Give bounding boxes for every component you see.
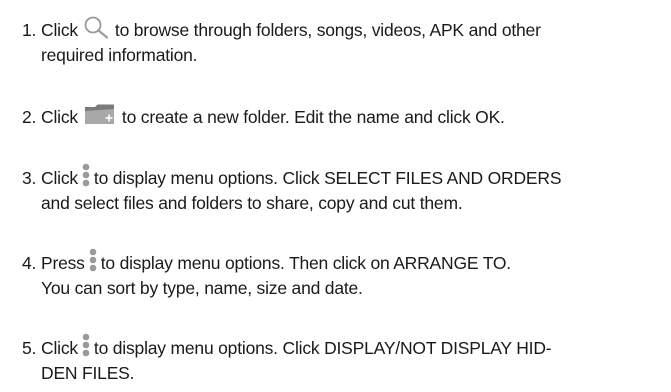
instructions-page: 1. Click to browse through folders, song… <box>0 0 671 392</box>
step-text-after: to display menu options. Click SELECT FI… <box>93 168 562 188</box>
new-folder-icon <box>83 103 117 132</box>
step-text-before: Click <box>41 338 78 358</box>
menu-dots-icon <box>88 248 98 279</box>
step-line-continued: DEN FILES. <box>41 361 135 386</box>
step-number: 2. <box>22 107 37 127</box>
step-line: Click to display menu options. Click DIS… <box>41 333 552 364</box>
menu-dots-icon <box>81 163 91 194</box>
menu-dots-icon <box>81 333 91 364</box>
step-line-continued: and select files and folders to share, c… <box>41 191 463 216</box>
step-text-before: Press <box>41 253 85 273</box>
step-text-continued: You can sort by type, name, size and dat… <box>41 278 363 298</box>
step-text-before: Click <box>41 168 78 188</box>
step-line: Press to display menu options. Then clic… <box>41 248 511 279</box>
step-number: 3. <box>22 168 37 188</box>
search-icon <box>83 15 110 46</box>
step-number: 5. <box>22 338 37 358</box>
step-text-after: to browse through folders, songs, videos… <box>114 20 541 40</box>
step-text-after: to display menu options. Then click on A… <box>100 253 511 273</box>
step-number: 4. <box>22 253 37 273</box>
step-text-continued: required information. <box>41 45 198 65</box>
step-line-continued: You can sort by type, name, size and dat… <box>41 276 363 301</box>
step-line: Click to browse through folders, songs, … <box>41 15 541 46</box>
step-text-continued: DEN FILES. <box>41 363 135 383</box>
step-text-continued: and select files and folders to share, c… <box>41 193 463 213</box>
step-text-before: Click <box>41 20 78 40</box>
step-line: Click to create a new folder. Edit the n… <box>41 103 505 132</box>
step-number: 1. <box>22 20 37 40</box>
step-line-continued: required information. <box>41 43 198 68</box>
step-text-after: to display menu options. Click DISPLAY/N… <box>93 338 552 358</box>
step-line: Click to display menu options. Click SEL… <box>41 163 562 194</box>
step-text-before: Click <box>41 107 78 127</box>
step-text-after: to create a new folder. Edit the name an… <box>121 107 505 127</box>
